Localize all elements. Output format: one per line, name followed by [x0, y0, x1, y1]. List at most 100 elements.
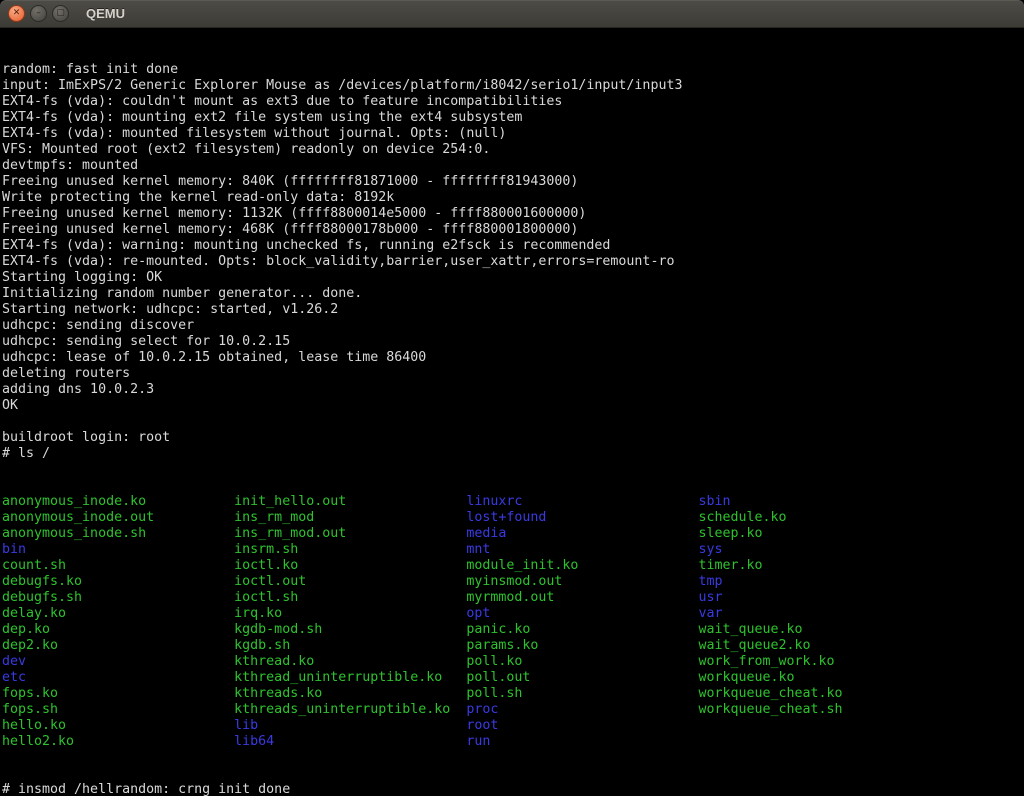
- ls-entry: sys: [698, 542, 930, 558]
- ls-entry: ins_rm_mod: [234, 510, 466, 526]
- terminal-line: deleting routers: [2, 366, 1024, 382]
- ls-entry: workqueue_cheat.ko: [698, 686, 930, 702]
- close-button[interactable]: ✕: [8, 5, 25, 22]
- ls-entry: etc: [2, 670, 234, 686]
- terminal-line: Freeing unused kernel memory: 840K (ffff…: [2, 174, 1024, 190]
- ls-entry: panic.ko: [466, 622, 698, 638]
- terminal-line: udhcpc: sending discover: [2, 318, 1024, 334]
- ls-entry: irq.ko: [234, 606, 466, 622]
- ls-row: etckthread_uninterruptible.kopoll.outwor…: [2, 670, 1024, 686]
- ls-entry: poll.ko: [466, 654, 698, 670]
- ls-row: debugfs.shioctl.shmyrmmod.outusr: [2, 590, 1024, 606]
- ls-entry: root: [466, 718, 698, 734]
- terminal-line: EXT4-fs (vda): warning: mounting uncheck…: [2, 238, 1024, 254]
- boot-log: random: fast init doneinput: ImExPS/2 Ge…: [2, 62, 1024, 462]
- ls-entry: ioctl.ko: [234, 558, 466, 574]
- ls-entry: debugfs.sh: [2, 590, 234, 606]
- ls-entry: init_hello.out: [234, 494, 466, 510]
- ls-entry: ins_rm_mod.out: [234, 526, 466, 542]
- terminal-line: OK: [2, 398, 1024, 414]
- ls-entry: ioctl.sh: [234, 590, 466, 606]
- ls-entry: insrm.sh: [234, 542, 466, 558]
- ls-entry: poll.sh: [466, 686, 698, 702]
- ls-entry: bin: [2, 542, 234, 558]
- ls-entry: kthread.ko: [234, 654, 466, 670]
- ls-entry: dep2.ko: [2, 638, 234, 654]
- terminal-line: # insmod /hellrandom: crng init done: [2, 782, 1024, 796]
- ls-entry: kthreads_uninterruptible.ko: [234, 702, 466, 718]
- ls-entry: workqueue.ko: [698, 670, 930, 686]
- terminal-line: udhcpc: lease of 10.0.2.15 obtained, lea…: [2, 350, 1024, 366]
- terminal-line: adding dns 10.0.2.3: [2, 382, 1024, 398]
- ls-entry: params.ko: [466, 638, 698, 654]
- ls-entry: sleep.ko: [698, 526, 930, 542]
- ls-entry: kthreads.ko: [234, 686, 466, 702]
- ls-entry: debugfs.ko: [2, 574, 234, 590]
- ls-entry: anonymous_inode.ko: [2, 494, 234, 510]
- ls-entry: var: [698, 606, 930, 622]
- ls-entry: module_init.ko: [466, 558, 698, 574]
- ls-entry: wait_queue2.ko: [698, 638, 930, 654]
- terminal-line: Initializing random number generator... …: [2, 286, 1024, 302]
- ls-entry: fops.sh: [2, 702, 234, 718]
- ls-row: hello.kolibroot: [2, 718, 1024, 734]
- ls-entry: delay.ko: [2, 606, 234, 622]
- ls-row: dep.kokgdb-mod.shpanic.kowait_queue.ko: [2, 622, 1024, 638]
- ls-entry: kthread_uninterruptible.ko: [234, 670, 466, 686]
- ls-entry: opt: [466, 606, 698, 622]
- ls-row: hello2.kolib64run: [2, 734, 1024, 750]
- ls-entry: workqueue_cheat.sh: [698, 702, 930, 718]
- ls-entry: work_from_work.ko: [698, 654, 930, 670]
- ls-entry: run: [466, 734, 698, 750]
- terminal-line: random: fast init done: [2, 62, 1024, 78]
- ls-entry: poll.out: [466, 670, 698, 686]
- titlebar[interactable]: ✕ – ▢ QEMU: [0, 0, 1024, 28]
- maximize-icon: ▢: [56, 9, 65, 18]
- terminal-line: Freeing unused kernel memory: 468K (ffff…: [2, 222, 1024, 238]
- ls-entry: sbin: [698, 494, 930, 510]
- terminal-line: devtmpfs: mounted: [2, 158, 1024, 174]
- minimize-button[interactable]: –: [30, 5, 47, 22]
- ls-row: dep2.kokgdb.shparams.kowait_queue2.ko: [2, 638, 1024, 654]
- ls-row: anonymous_inode.koinit_hello.outlinuxrcs…: [2, 494, 1024, 510]
- ls-row: anonymous_inode.outins_rm_modlost+founds…: [2, 510, 1024, 526]
- ls-entry: wait_queue.ko: [698, 622, 930, 638]
- terminal-line: Write protecting the kernel read-only da…: [2, 190, 1024, 206]
- maximize-button[interactable]: ▢: [52, 5, 69, 22]
- ls-entry: myrmmod.out: [466, 590, 698, 606]
- close-icon: ✕: [13, 9, 21, 18]
- ls-entry: usr: [698, 590, 930, 606]
- ls-entry: tmp: [698, 574, 930, 590]
- ls-entry: anonymous_inode.out: [2, 510, 234, 526]
- ls-entry: count.sh: [2, 558, 234, 574]
- ls-row: fops.kokthreads.kopoll.shworkqueue_cheat…: [2, 686, 1024, 702]
- ls-row: delay.koirq.kooptvar: [2, 606, 1024, 622]
- terminal-line: EXT4-fs (vda): mounted filesystem withou…: [2, 126, 1024, 142]
- ls-entry: schedule.ko: [698, 510, 930, 526]
- terminal-line: Freeing unused kernel memory: 1132K (fff…: [2, 206, 1024, 222]
- ls-entry: mnt: [466, 542, 698, 558]
- ls-row: fops.shkthreads_uninterruptible.koprocwo…: [2, 702, 1024, 718]
- terminal-line: Starting network: udhcpc: started, v1.26…: [2, 302, 1024, 318]
- ls-entry: lost+found: [466, 510, 698, 526]
- ls-entry: hello.ko: [2, 718, 234, 734]
- terminal-line: input: ImExPS/2 Generic Explorer Mouse a…: [2, 78, 1024, 94]
- ls-entry: lib: [234, 718, 466, 734]
- qemu-window: ✕ – ▢ QEMU random: fast init doneinput: …: [0, 0, 1024, 796]
- ls-entry: dev: [2, 654, 234, 670]
- ls-entry: dep.ko: [2, 622, 234, 638]
- minimize-icon: –: [36, 9, 41, 18]
- ls-output: anonymous_inode.koinit_hello.outlinuxrcs…: [2, 494, 1024, 750]
- terminal-screen[interactable]: random: fast init doneinput: ImExPS/2 Ge…: [0, 28, 1024, 796]
- ls-entry: hello2.ko: [2, 734, 234, 750]
- window-title: QEMU: [86, 6, 125, 21]
- ls-entry: fops.ko: [2, 686, 234, 702]
- terminal-line: EXT4-fs (vda): mounting ext2 file system…: [2, 110, 1024, 126]
- ls-row: count.shioctl.komodule_init.kotimer.ko: [2, 558, 1024, 574]
- ls-entry: ioctl.out: [234, 574, 466, 590]
- terminal-line: Starting logging: OK: [2, 270, 1024, 286]
- ls-entry: timer.ko: [698, 558, 930, 574]
- ls-entry: kgdb-mod.sh: [234, 622, 466, 638]
- terminal-line: EXT4-fs (vda): re-mounted. Opts: block_v…: [2, 254, 1024, 270]
- ls-entry: anonymous_inode.sh: [2, 526, 234, 542]
